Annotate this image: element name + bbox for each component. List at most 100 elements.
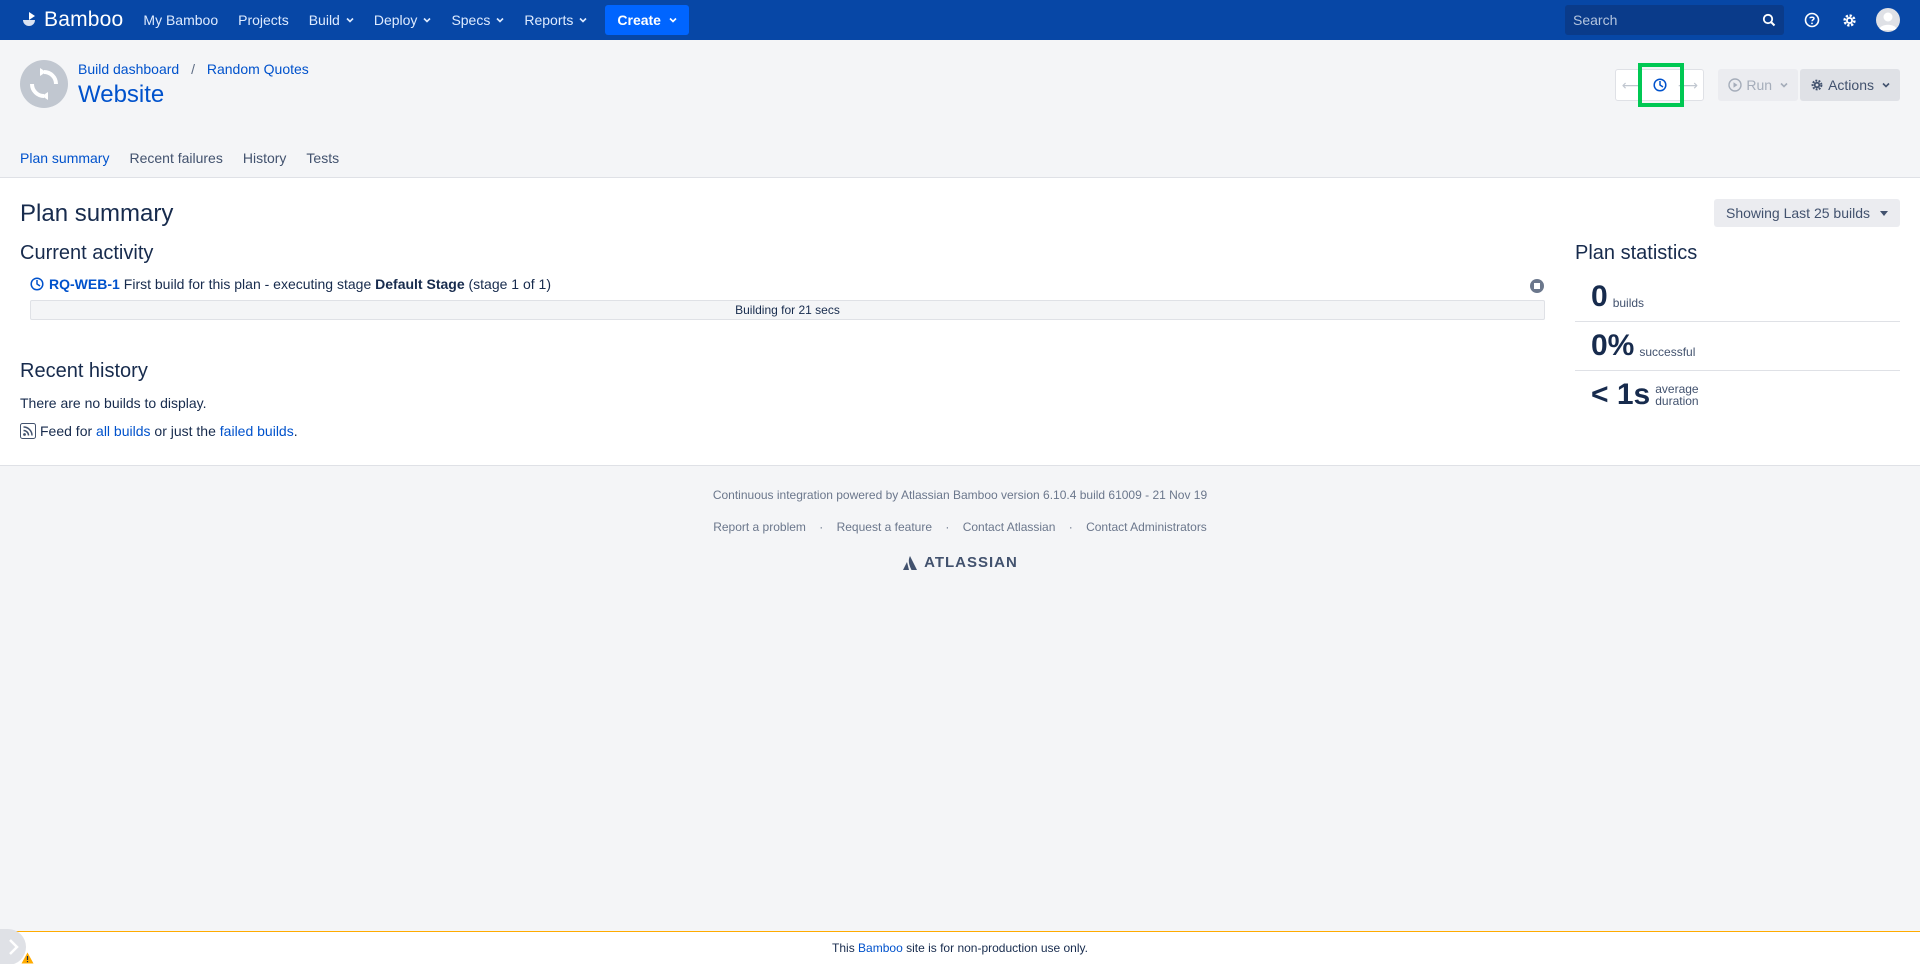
stage-name: Default Stage	[375, 276, 465, 292]
nav-label: Specs	[451, 12, 491, 28]
feed-middle: or just the	[154, 423, 216, 439]
help-icon[interactable]	[1802, 10, 1822, 30]
banner-prefix: This	[832, 941, 855, 955]
build-status-line: RQ-WEB-1 First build for this plan - exe…	[30, 276, 1545, 292]
logo-text: Bamboo	[44, 8, 124, 31]
footer-separator: ·	[819, 520, 824, 534]
nav-build-dropdown[interactable]: Build	[299, 0, 364, 40]
avatar[interactable]	[1876, 8, 1900, 32]
tab-tests[interactable]: Tests	[306, 150, 339, 180]
showing-label: Showing Last 25 builds	[1726, 205, 1870, 221]
build-description: First build for this plan - executing st…	[123, 276, 372, 292]
building-icon	[30, 277, 44, 291]
section-title: Plan summary	[20, 200, 174, 227]
tab-recent-failures[interactable]: Recent failures	[129, 150, 222, 180]
banner-bamboo-link[interactable]: Bamboo	[858, 941, 903, 955]
page-header: Build dashboard / Random Quotes Website	[20, 60, 309, 109]
plan-statistics: Plan statistics 0 builds 0% successful <…	[1575, 242, 1900, 419]
stat-value: 0	[1591, 280, 1608, 313]
nav-label: Build	[308, 12, 340, 28]
atlassian-logo[interactable]: ATLASSIAN	[0, 554, 1920, 571]
tab-history[interactable]: History	[243, 150, 287, 180]
no-builds-message: There are no builds to display.	[20, 395, 207, 411]
breadcrumb-build-dashboard[interactable]: Build dashboard	[78, 61, 179, 77]
chevron-down-icon	[423, 17, 432, 23]
footer-separator: ·	[945, 520, 950, 534]
page-title[interactable]: Website	[78, 81, 309, 109]
create-label: Create	[617, 12, 661, 28]
header-actions: ⟵ ⟶ Run Actions	[1615, 63, 1900, 107]
bamboo-logo[interactable]: Bamboo	[20, 8, 123, 32]
request-feature-link[interactable]: Request a feature	[837, 520, 932, 534]
nav-label: Projects	[238, 12, 289, 28]
nav-label: Deploy	[373, 12, 418, 28]
atlassian-wordmark: ATLASSIAN	[924, 554, 1018, 571]
stage-count: (stage 1 of 1)	[468, 276, 552, 292]
run-button[interactable]: Run	[1718, 69, 1799, 101]
recent-history: Recent history There are no builds to di…	[20, 360, 298, 439]
nav-right	[1565, 0, 1920, 40]
nav-projects[interactable]: Projects	[228, 0, 299, 40]
search-box	[1565, 5, 1784, 35]
stat-value: 0%	[1591, 329, 1635, 362]
report-problem-link[interactable]: Report a problem	[713, 520, 806, 534]
stat-label: builds	[1612, 296, 1645, 310]
gear-icon[interactable]	[1839, 10, 1859, 30]
contact-atlassian-link[interactable]: Contact Atlassian	[963, 520, 1056, 534]
tab-plan-summary[interactable]: Plan summary	[20, 150, 110, 180]
stat-label: successful	[1639, 345, 1696, 359]
plan-statistics-heading: Plan statistics	[1575, 242, 1698, 264]
search-input[interactable]	[1573, 12, 1762, 28]
feed-prefix: Feed for	[40, 423, 93, 439]
focus-highlight	[1638, 63, 1685, 107]
banner-suffix: site is for non-production use only.	[906, 941, 1088, 955]
feed-line: Feed for all builds or just the failed b…	[20, 423, 298, 439]
nav-deploy-dropdown[interactable]: Deploy	[364, 0, 442, 40]
plan-status-icon	[20, 60, 68, 108]
nav-label: Reports	[524, 12, 574, 28]
stat-average-duration: < 1s average duration	[1575, 371, 1900, 419]
chevron-down-icon	[496, 17, 504, 23]
build-key-link[interactable]: RQ-WEB-1	[49, 276, 120, 292]
search-icon[interactable]	[1762, 13, 1776, 27]
actions-button[interactable]: Actions	[1800, 69, 1900, 101]
current-activity-heading: Current activity	[20, 242, 154, 264]
nav-label: My Bamboo	[143, 12, 219, 28]
create-button[interactable]: Create	[605, 5, 689, 35]
nav-reports-dropdown[interactable]: Reports	[514, 0, 597, 40]
chevron-down-icon	[346, 17, 354, 23]
play-icon	[1728, 78, 1743, 92]
feed-suffix: .	[293, 423, 298, 439]
footer-links: Report a problem · Request a feature · C…	[0, 520, 1920, 534]
contact-administrators-link[interactable]: Contact Administrators	[1086, 520, 1207, 534]
chevron-right-icon	[9, 939, 19, 955]
breadcrumb-random-quotes[interactable]: Random Quotes	[207, 61, 309, 77]
chevron-down-icon	[669, 17, 677, 23]
cog-icon	[1811, 79, 1823, 91]
showing-builds-dropdown[interactable]: Showing Last 25 builds	[1714, 199, 1900, 227]
failed-builds-feed-link[interactable]: failed builds	[220, 423, 294, 439]
progress-label: Building for 21 secs	[735, 303, 840, 317]
current-activity: Current activity RQ-WEB-1 First build fo…	[20, 242, 1545, 320]
breadcrumb: Build dashboard / Random Quotes	[78, 61, 309, 77]
footer: Continuous integration powered by Atlass…	[0, 488, 1920, 571]
stat-value: < 1s	[1591, 378, 1651, 411]
stat-label: average duration	[1655, 383, 1698, 407]
chevron-down-icon	[1780, 82, 1788, 88]
nav-specs-dropdown[interactable]: Specs	[441, 0, 514, 40]
build-navigation-group: ⟵ ⟶	[1615, 63, 1705, 107]
warning-icon	[21, 952, 34, 964]
breadcrumb-separator: /	[191, 61, 195, 77]
stop-build-icon[interactable]	[1529, 278, 1545, 294]
nav-my-bamboo[interactable]: My Bamboo	[133, 0, 228, 40]
stat-builds: 0 builds	[1575, 273, 1900, 322]
run-label: Run	[1746, 77, 1773, 93]
atlassian-logo-icon	[903, 555, 918, 570]
non-production-banner: This Bamboo site is for non-production u…	[0, 931, 1920, 964]
footer-powered-by: Continuous integration powered by Atlass…	[712, 488, 1208, 502]
all-builds-feed-link[interactable]: all builds	[96, 423, 150, 439]
stat-successful: 0% successful	[1575, 322, 1900, 371]
top-navigation: Bamboo My Bamboo Projects Build Deploy S…	[0, 0, 1920, 40]
bamboo-logo-icon	[23, 12, 35, 26]
rss-feed-icon	[20, 423, 36, 439]
